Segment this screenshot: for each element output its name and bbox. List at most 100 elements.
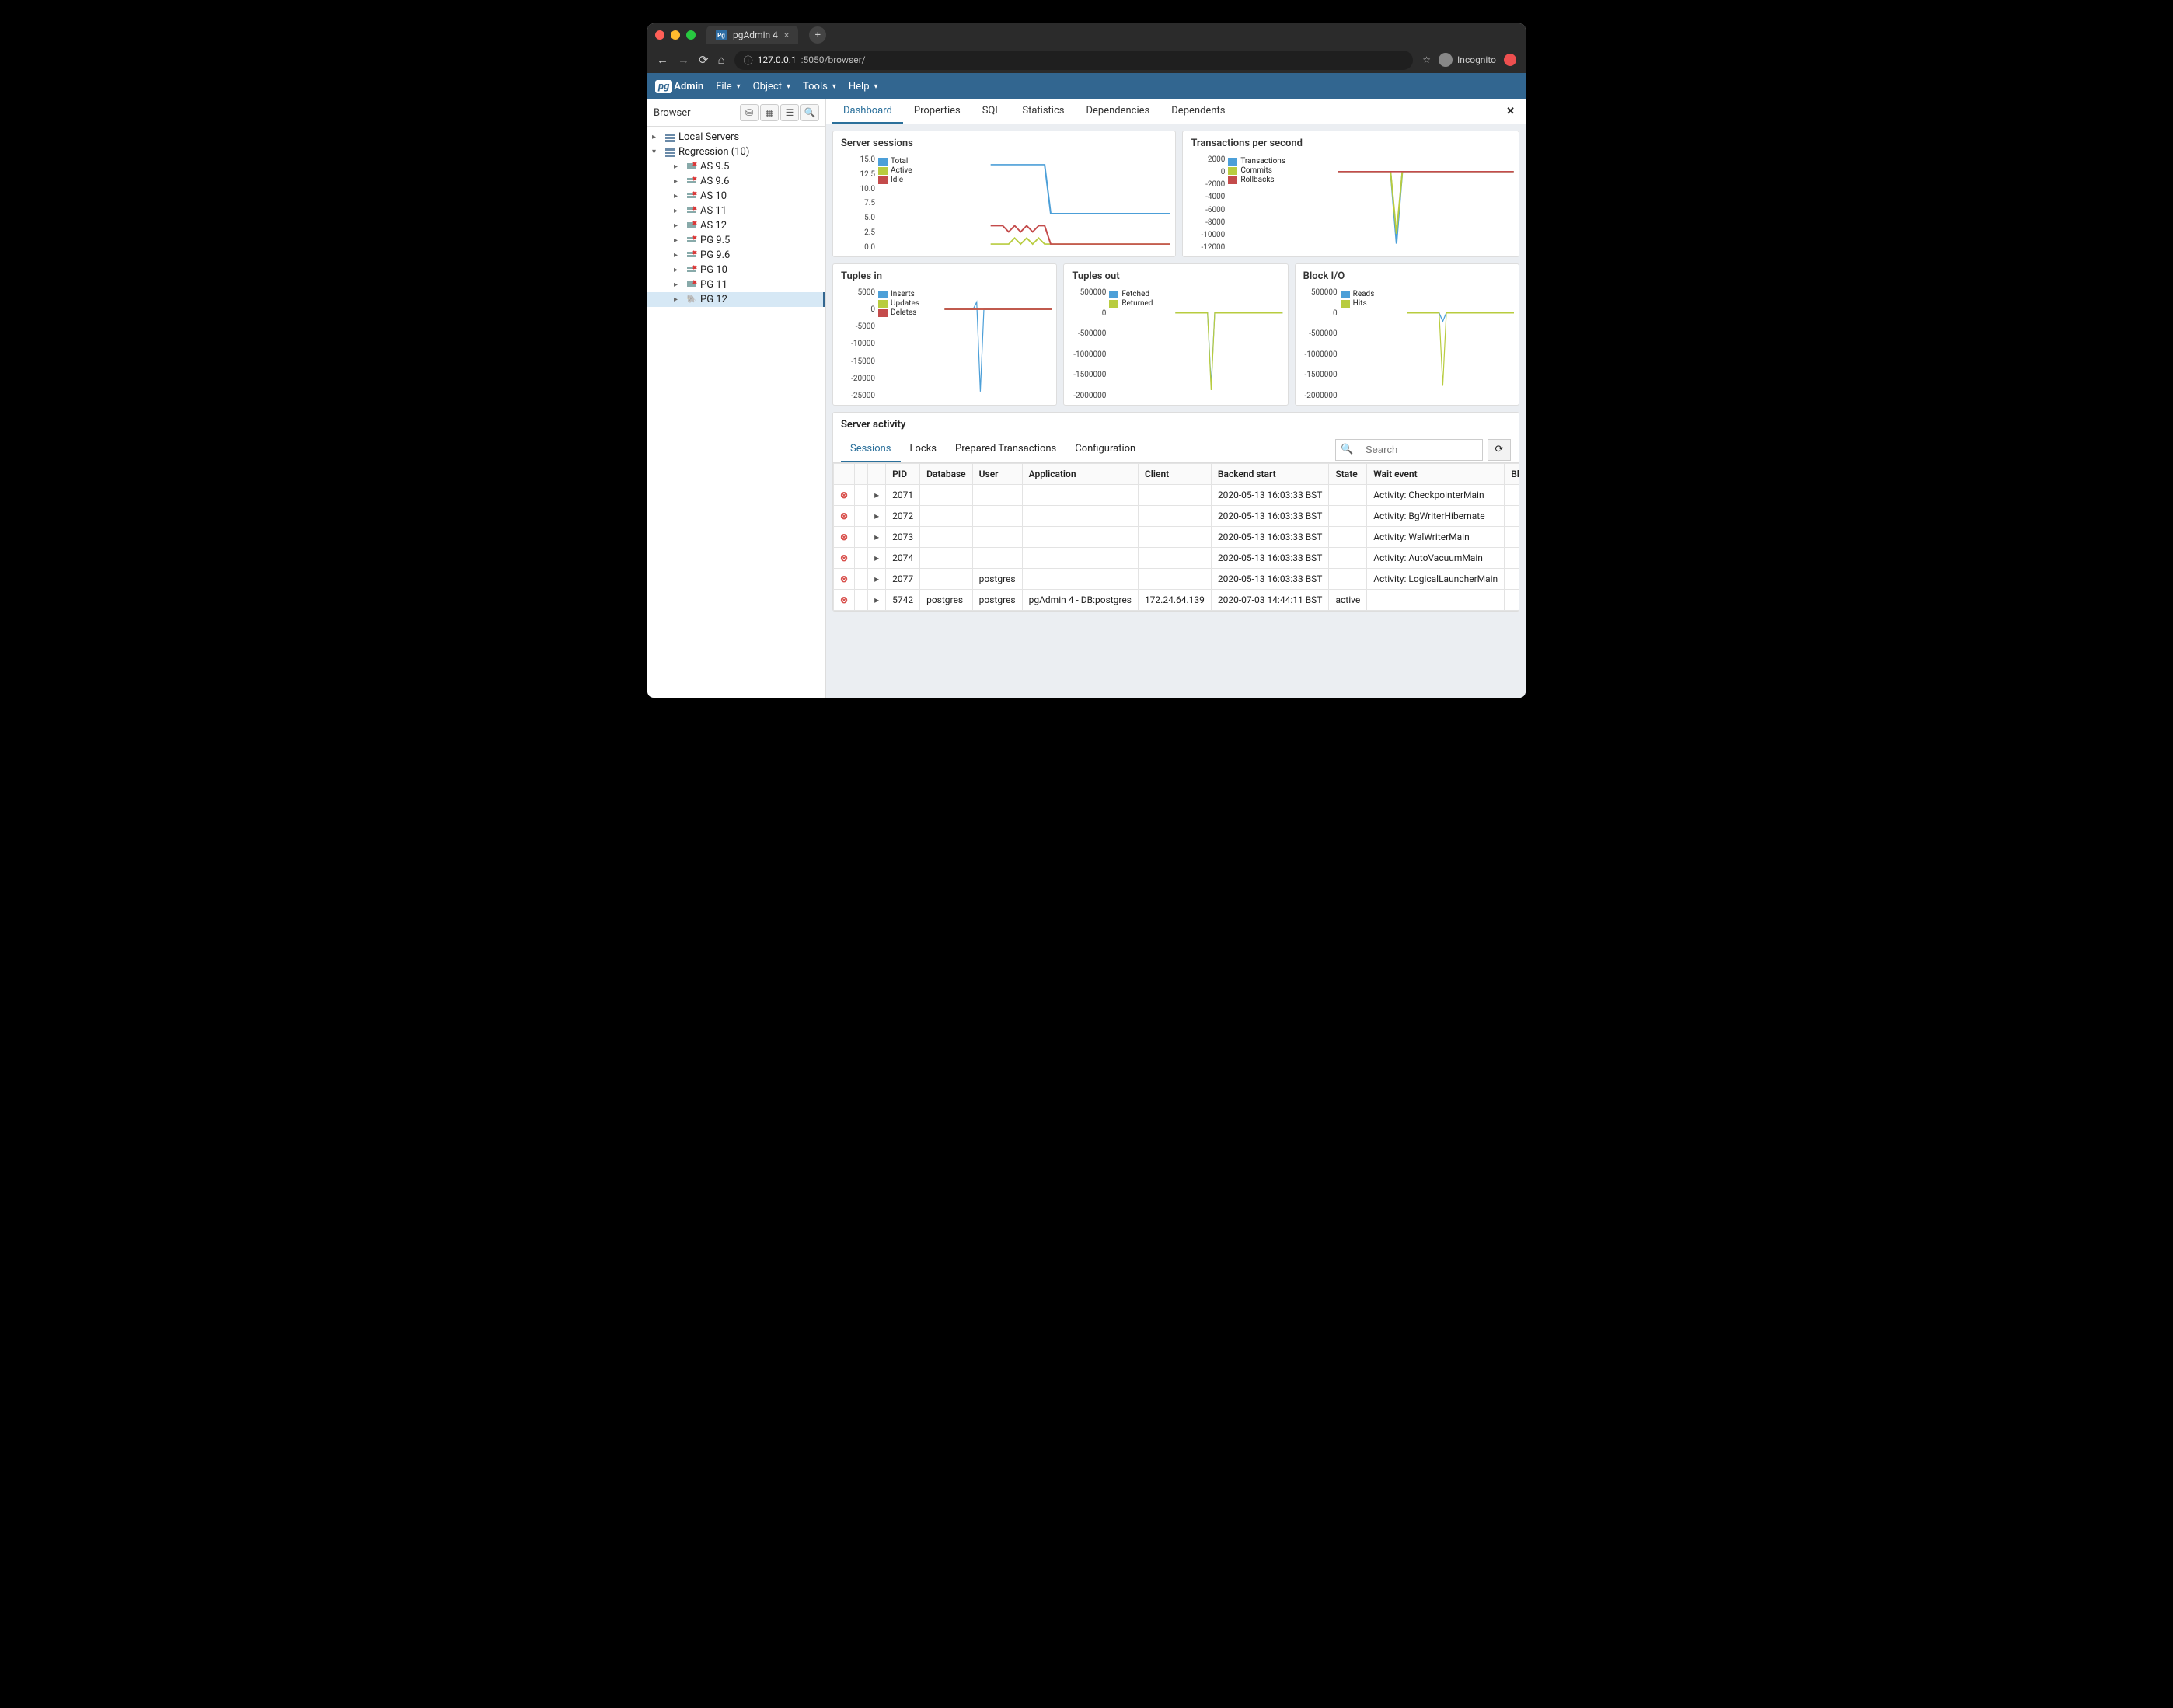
subtab-prepared-transactions[interactable]: Prepared Transactions: [946, 437, 1066, 462]
chevron-icon[interactable]: ▸: [652, 133, 661, 141]
tree-node[interactable]: ▸PG 11: [647, 277, 825, 292]
chevron-icon[interactable]: ▸: [674, 192, 683, 200]
tree-node[interactable]: ▸AS 9.6: [647, 174, 825, 189]
tree-node[interactable]: ▸AS 12: [647, 218, 825, 233]
tree-node[interactable]: ▾Regression (10): [647, 145, 825, 159]
chevron-icon[interactable]: ▸: [674, 236, 683, 245]
expand-icon[interactable]: ▸: [874, 490, 879, 500]
terminate-icon[interactable]: ⊗: [840, 552, 848, 563]
column-header[interactable]: Backend start: [1211, 464, 1329, 485]
terminate-icon[interactable]: ⊗: [840, 490, 848, 500]
incognito-indicator[interactable]: Incognito: [1439, 53, 1496, 67]
close-panel-icon[interactable]: ✕: [1502, 106, 1519, 117]
address-bar[interactable]: ⓘ 127.0.0.1:5050/browser/: [734, 51, 1414, 70]
app-logo[interactable]: pgAdmin: [655, 80, 703, 93]
chevron-icon[interactable]: ▸: [674, 251, 683, 260]
menu-object[interactable]: Object: [753, 81, 790, 92]
chevron-icon[interactable]: ▸: [674, 207, 683, 215]
window-minimize-button[interactable]: [671, 30, 680, 40]
column-header[interactable]: Client: [1138, 464, 1211, 485]
chevron-icon[interactable]: ▸: [674, 162, 683, 171]
back-icon[interactable]: ←: [657, 53, 668, 67]
tab-sql[interactable]: SQL: [971, 99, 1012, 124]
browser-tab[interactable]: Pg pgAdmin 4 ×: [706, 26, 798, 44]
column-header[interactable]: Wait event: [1367, 464, 1505, 485]
table-row[interactable]: ⊗▸20722020-05-13 16:03:33 BSTActivity: B…: [834, 506, 1519, 527]
terminate-icon[interactable]: ⊗: [840, 594, 848, 605]
site-info-icon[interactable]: ⓘ: [744, 54, 753, 67]
tab-dependents[interactable]: Dependents: [1160, 99, 1236, 124]
subtab-configuration[interactable]: Configuration: [1066, 437, 1145, 462]
cell: 2020-05-13 16:03:33 BST: [1211, 569, 1329, 590]
tree-node[interactable]: ▸Local Servers: [647, 130, 825, 145]
subtab-sessions[interactable]: Sessions: [841, 437, 901, 462]
table-row[interactable]: ⊗▸5742postgrespostgrespgAdmin 4 - DB:pos…: [834, 590, 1519, 611]
cell: 2020-05-13 16:03:33 BST: [1211, 506, 1329, 527]
chevron-icon[interactable]: ▸: [674, 221, 683, 230]
home-icon[interactable]: ⌂: [718, 53, 725, 67]
cell: [1022, 527, 1138, 548]
tree-node[interactable]: ▸PG 9.6: [647, 248, 825, 263]
tab-dependencies[interactable]: Dependencies: [1075, 99, 1160, 124]
table-row[interactable]: ⊗▸2077postgres2020-05-13 16:03:33 BSTAct…: [834, 569, 1519, 590]
terminate-icon[interactable]: ⊗: [840, 573, 848, 584]
column-header[interactable]: [834, 464, 855, 485]
expand-icon[interactable]: ▸: [874, 573, 879, 584]
view-data-button[interactable]: ▦: [760, 104, 779, 121]
expand-icon[interactable]: ▸: [874, 532, 879, 542]
extension-icon[interactable]: [1504, 54, 1516, 66]
close-tab-icon[interactable]: ×: [784, 30, 789, 40]
window-close-button[interactable]: [655, 30, 664, 40]
menu-file[interactable]: File: [716, 81, 740, 92]
refresh-button[interactable]: ⟳: [1488, 439, 1511, 461]
activity-search-input[interactable]: [1359, 439, 1483, 461]
chevron-icon[interactable]: ▸: [674, 281, 683, 289]
object-tree[interactable]: ▸Local Servers▾Regression (10)▸AS 9.5▸AS…: [647, 127, 825, 310]
column-header[interactable]: [868, 464, 886, 485]
cell: Activity: BgWriterHibernate: [1367, 506, 1505, 527]
chevron-icon[interactable]: ▾: [652, 148, 661, 156]
tree-node[interactable]: ▸🐘PG 12: [647, 292, 825, 307]
column-header[interactable]: [855, 464, 868, 485]
column-header[interactable]: User: [972, 464, 1022, 485]
tree-node[interactable]: ▸AS 10: [647, 189, 825, 204]
tree-node[interactable]: ▸PG 10: [647, 263, 825, 277]
terminate-icon[interactable]: ⊗: [840, 511, 848, 521]
tree-node-label: PG 9.5: [700, 235, 730, 246]
tab-dashboard[interactable]: Dashboard: [832, 99, 903, 124]
tab-statistics[interactable]: Statistics: [1011, 99, 1075, 124]
filter-rows-button[interactable]: ☰: [780, 104, 799, 121]
table-row[interactable]: ⊗▸20712020-05-13 16:03:33 BSTActivity: C…: [834, 485, 1519, 506]
query-tool-button[interactable]: ⛁: [740, 104, 759, 121]
window-titlebar: Pg pgAdmin 4 × +: [647, 23, 1526, 47]
tree-node[interactable]: ▸AS 9.5: [647, 159, 825, 174]
window-maximize-button[interactable]: [686, 30, 696, 40]
table-row[interactable]: ⊗▸20742020-05-13 16:03:33 BSTActivity: A…: [834, 548, 1519, 569]
new-tab-button[interactable]: +: [809, 26, 826, 44]
forward-icon[interactable]: →: [678, 53, 689, 67]
column-header[interactable]: Blocking PIDs: [1505, 464, 1519, 485]
column-header[interactable]: State: [1329, 464, 1367, 485]
table-row[interactable]: ⊗▸20732020-05-13 16:03:33 BSTActivity: W…: [834, 527, 1519, 548]
expand-icon[interactable]: ▸: [874, 594, 879, 605]
tree-node[interactable]: ▸AS 11: [647, 204, 825, 218]
subtab-locks[interactable]: Locks: [901, 437, 947, 462]
menu-help[interactable]: Help: [849, 81, 878, 92]
expand-icon[interactable]: ▸: [874, 552, 879, 563]
cell: [1138, 506, 1211, 527]
column-header[interactable]: Database: [920, 464, 973, 485]
chevron-icon[interactable]: ▸: [674, 266, 683, 274]
column-header[interactable]: Application: [1022, 464, 1138, 485]
reload-icon[interactable]: ⟳: [699, 53, 709, 67]
bookmark-icon[interactable]: ☆: [1422, 54, 1431, 65]
column-header[interactable]: PID: [886, 464, 920, 485]
chevron-icon[interactable]: ▸: [674, 295, 683, 304]
app-menubar: pgAdmin File Object Tools Help: [647, 73, 1526, 99]
tab-properties[interactable]: Properties: [903, 99, 971, 124]
terminate-icon[interactable]: ⊗: [840, 532, 848, 542]
menu-tools[interactable]: Tools: [803, 81, 836, 92]
expand-icon[interactable]: ▸: [874, 511, 879, 521]
search-objects-button[interactable]: 🔍: [800, 104, 819, 121]
tree-node[interactable]: ▸ PG 9.5: [647, 233, 825, 248]
chevron-icon[interactable]: ▸: [674, 177, 683, 186]
